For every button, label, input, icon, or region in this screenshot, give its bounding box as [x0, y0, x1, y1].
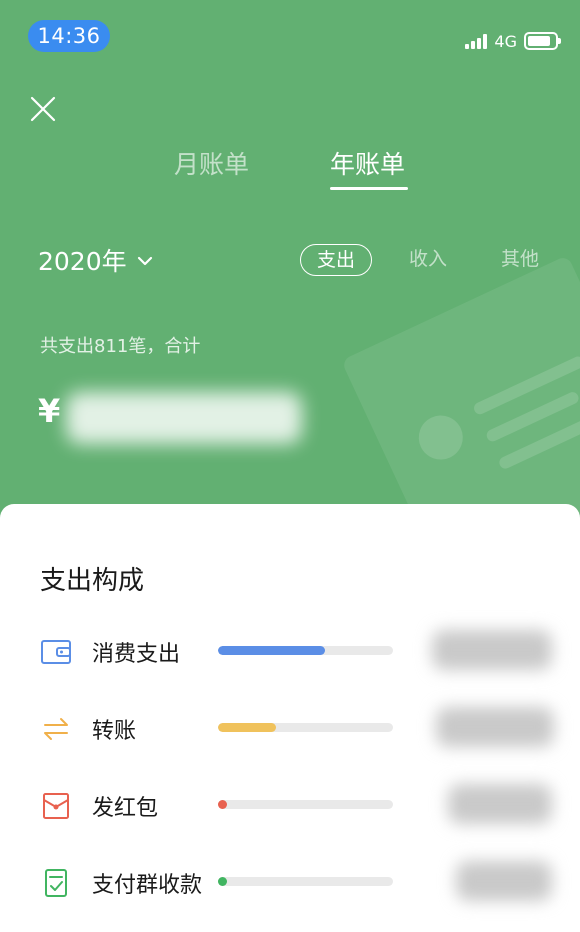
progress-bar	[218, 800, 393, 809]
breakdown-row-group-payment[interactable]: 支付群收款	[0, 855, 580, 911]
progress-fill	[218, 877, 227, 886]
filter-expense[interactable]: 支出	[300, 244, 372, 276]
close-icon[interactable]	[30, 96, 56, 122]
total-amount-blurred	[66, 392, 302, 444]
expense-breakdown-sheet: 支出构成 消费支出 转账 发红包 支付群收款	[0, 504, 580, 932]
filter-other[interactable]: 其他	[501, 244, 539, 276]
breakdown-row-transfer[interactable]: 转账	[0, 701, 580, 757]
year-selector[interactable]: 2020年	[38, 242, 153, 278]
amount-blurred	[448, 784, 552, 824]
currency-symbol: ¥	[38, 392, 61, 430]
row-label: 消费支出	[92, 642, 181, 667]
tab-year-bill[interactable]: 年账单	[330, 145, 405, 181]
amount-blurred	[432, 630, 552, 670]
red-envelope-icon	[43, 793, 69, 819]
row-label: 支付群收款	[92, 873, 203, 898]
chevron-down-icon	[137, 256, 152, 266]
amount-blurred	[436, 707, 554, 747]
transfer-arrows-icon	[44, 718, 68, 740]
year-label: 2020年	[38, 247, 127, 276]
row-label: 转账	[92, 719, 137, 744]
progress-fill	[218, 723, 276, 732]
wallet-icon	[41, 640, 71, 664]
breakdown-row-red-packet[interactable]: 发红包	[0, 778, 580, 834]
progress-bar	[218, 723, 393, 732]
network-type: 4G	[494, 31, 517, 51]
row-label: 发红包	[92, 796, 159, 821]
progress-fill	[218, 646, 325, 655]
status-indicators: 4G	[465, 30, 561, 52]
status-time: 14:36	[28, 20, 110, 52]
progress-bar	[218, 877, 393, 886]
breakdown-row-consumption[interactable]: 消费支出	[0, 624, 580, 680]
battery-icon	[524, 32, 561, 50]
active-tab-underline	[330, 187, 408, 190]
sheet-title: 支出构成	[40, 566, 145, 596]
progress-fill	[218, 800, 227, 809]
signal-icon	[465, 33, 488, 49]
expense-summary: 共支出811笔，合计	[40, 336, 201, 357]
filter-income[interactable]: 收入	[409, 244, 447, 276]
group-payment-icon	[45, 869, 67, 897]
bill-header: 14:36 4G 月账单 年账单 2020年 支出 收入 其他 共支出811笔，…	[0, 0, 580, 560]
amount-blurred	[456, 861, 552, 901]
progress-bar	[218, 646, 393, 655]
tab-month-bill[interactable]: 月账单	[174, 145, 249, 181]
